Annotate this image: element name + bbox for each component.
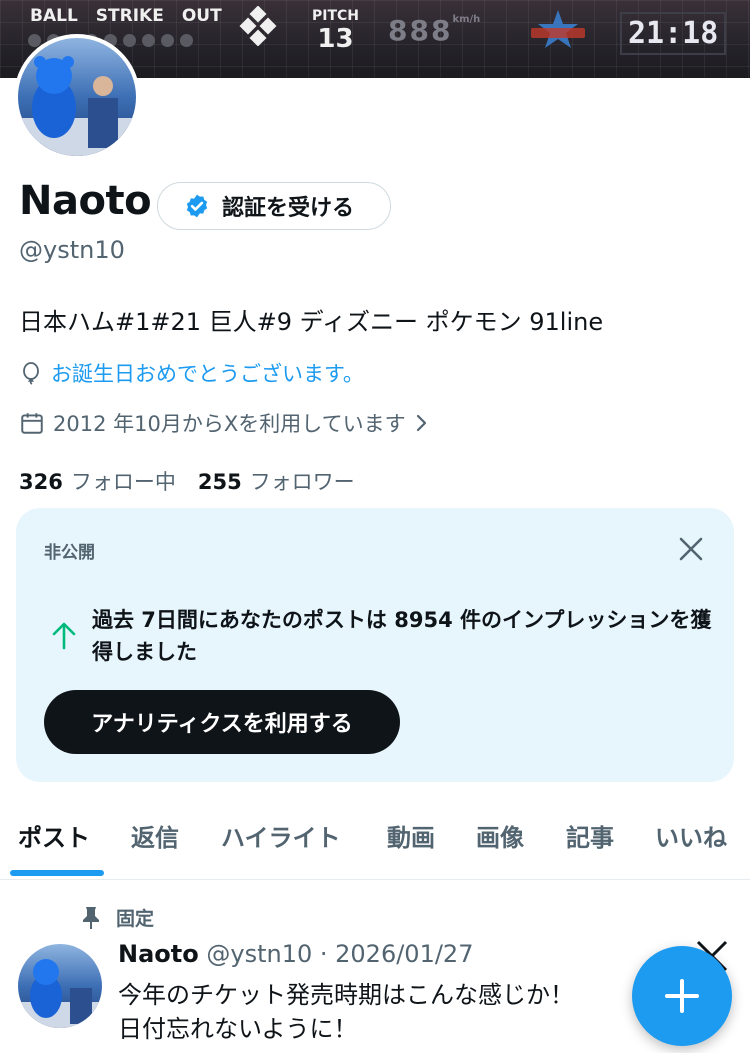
- pitch-label: PITCH: [312, 8, 360, 24]
- private-label: 非公開: [44, 543, 95, 563]
- impressions-message: 過去 7日間にあなたのポストは 8954 件のインプレッションを獲得しました: [92, 608, 712, 664]
- joined-text: 2012 年10月からXを利用しています: [53, 412, 406, 436]
- post-author-name[interactable]: Naoto: [118, 940, 199, 968]
- birthday-text[interactable]: お誕生日おめでとうございます。: [51, 358, 364, 388]
- post-header: Naoto @ystn10 · 2026/01/27: [118, 940, 473, 968]
- speed-display: 888km/h: [388, 14, 480, 47]
- joined-row[interactable]: 2012 年10月からXを利用しています: [19, 408, 430, 438]
- ball-label: BALL: [30, 6, 78, 26]
- plus-icon: [665, 979, 699, 1013]
- bases-diamond-icon: [239, 6, 277, 46]
- pinned-label: 固定: [116, 908, 155, 930]
- strike-label: STRIKE: [95, 6, 164, 26]
- balloon-icon: [23, 362, 39, 385]
- tab-videos[interactable]: 動画: [387, 818, 435, 853]
- post-text-line-1: 今年のチケット発売時期はこんな感じか！: [118, 981, 574, 1009]
- post-avatar[interactable]: [18, 944, 102, 1028]
- birthday-row[interactable]: お誕生日おめでとうございます。: [19, 358, 364, 388]
- followers-label: フォロワー: [249, 470, 355, 494]
- followers-count: 255: [197, 470, 242, 494]
- scoreboard-clock: 21:18: [620, 12, 727, 55]
- profile-name: Naoto: [19, 178, 152, 224]
- post-text[interactable]: 今年のチケット発売時期はこんな感じか！ 日付忘れないように！: [118, 978, 574, 1046]
- team-logo-icon: [531, 10, 585, 48]
- tab-articles[interactable]: 記事: [566, 818, 614, 853]
- profile-bio: 日本ハム#1#21 巨人#9 ディズニー ポケモン 91line: [19, 308, 604, 336]
- get-verified-button[interactable]: 認証を受ける: [157, 182, 391, 230]
- profile-tabs: ポスト 返信 ハイライト 動画 画像 記事 いいね: [0, 806, 750, 880]
- tab-images[interactable]: 画像: [476, 818, 524, 853]
- pinned-indicator: 固定: [80, 904, 154, 931]
- post-meta: @ystn10 · 2026/01/27: [206, 940, 474, 968]
- close-icon[interactable]: [676, 534, 706, 564]
- compose-post-button[interactable]: [632, 946, 732, 1046]
- chevron-right-icon: [416, 414, 426, 432]
- profile-avatar[interactable]: [14, 34, 140, 160]
- avatar-image: [18, 56, 136, 156]
- tab-likes[interactable]: いいね: [655, 818, 727, 853]
- following-count: 326: [19, 470, 63, 494]
- pin-icon: [83, 906, 99, 929]
- tab-replies[interactable]: 返信: [131, 818, 179, 853]
- tab-highlights[interactable]: ハイライト: [221, 818, 341, 853]
- follow-stats: 326 フォロー中 255 フォロワー: [19, 466, 355, 496]
- calendar-icon: [21, 413, 43, 434]
- post-avatar-image: [18, 959, 102, 1028]
- pitch-count: 13: [317, 24, 354, 54]
- followers-link[interactable]: 255 フォロワー: [198, 470, 355, 494]
- following-link[interactable]: 326 フォロー中: [19, 470, 176, 494]
- tab-posts[interactable]: ポスト: [18, 818, 90, 853]
- verified-badge-icon: [186, 194, 208, 218]
- active-tab-indicator: [10, 870, 104, 876]
- analytics-card: 非公開 過去 7日間にあなたのポストは 8954 件のインプレッションを獲得しま…: [16, 508, 734, 782]
- arrow-up-icon: [52, 622, 76, 650]
- post-text-line-2: 日付忘れないように！: [118, 1015, 358, 1043]
- get-verified-label: 認証を受ける: [222, 196, 355, 221]
- speed-digits: 888: [388, 14, 453, 47]
- following-label: フォロー中: [70, 470, 176, 494]
- scoreboard-bso: BALL STRIKE OUT: [30, 6, 240, 26]
- profile-handle: @ystn10: [19, 236, 125, 264]
- pitch-counter: PITCH 13: [312, 8, 359, 54]
- out-label: OUT: [181, 6, 222, 26]
- use-analytics-button[interactable]: アナリティクスを利用する: [44, 690, 400, 754]
- speed-unit: km/h: [452, 14, 481, 25]
